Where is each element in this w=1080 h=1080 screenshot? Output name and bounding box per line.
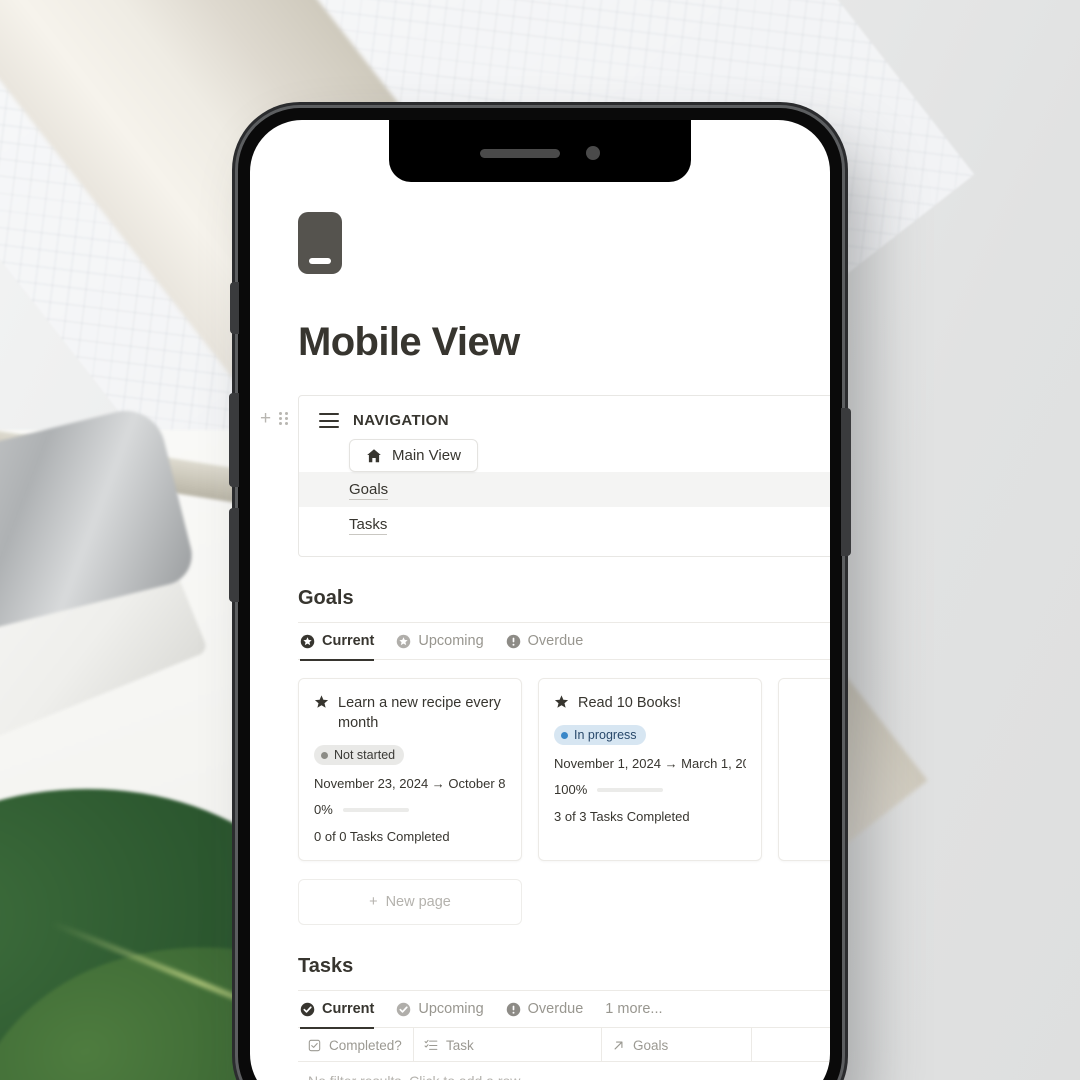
star-circle-icon: [397, 634, 411, 648]
volume-down-button[interactable]: [229, 508, 239, 602]
page-title: Mobile View: [298, 320, 520, 364]
goal-card-percent: 0%: [314, 802, 333, 817]
tab-goals-current-label: Current: [322, 633, 375, 649]
star-circle-icon: [300, 634, 315, 648]
goals-tabbar: Current Upcoming Overdue: [298, 622, 830, 661]
block-handles: +: [260, 409, 289, 428]
goal-card-tasks-completed: 3 of 3 Tasks Completed: [554, 809, 690, 824]
status-badge: Not started: [314, 745, 405, 765]
column-header-completed-label: Completed?: [329, 1037, 402, 1053]
navigation-heading: NAVIGATION: [353, 412, 449, 429]
tab-tasks-overdue-label: Overdue: [527, 1001, 584, 1017]
status-dot-icon: [321, 751, 328, 759]
goal-card-title: Read 10 Books!: [578, 695, 682, 711]
sidebar-item-goals[interactable]: Goals: [299, 472, 830, 507]
progress-bar-track: [597, 787, 664, 792]
tasks-heading: Tasks: [298, 955, 354, 977]
checkbox-icon: [308, 1039, 321, 1051]
tab-tasks-current-label: Current: [322, 1001, 375, 1017]
phone-device-frame: Mobile View + NAVIGATION Main View Goals…: [229, 108, 851, 1080]
new-page-button-label: New page: [385, 894, 451, 910]
home-icon: [367, 448, 381, 462]
tab-tasks-upcoming-label: Upcoming: [418, 1001, 484, 1017]
add-block-button[interactable]: +: [260, 409, 271, 428]
drag-handle-icon[interactable]: [279, 411, 289, 426]
goal-card[interactable]: Read 10 Books! In progress November 1, 2…: [538, 678, 762, 861]
exclamation-circle-icon: [506, 634, 520, 648]
column-header-extra[interactable]: [752, 1028, 830, 1062]
volume-up-button[interactable]: [229, 393, 239, 487]
goal-card-title: Learn a new recipe every month: [338, 695, 501, 731]
exclamation-circle-icon: [506, 1002, 520, 1016]
arrow-relation-icon: [614, 1041, 623, 1049]
navigation-block: + NAVIGATION Main View Goals Tasks: [260, 395, 830, 557]
mute-switch[interactable]: [230, 282, 239, 334]
tab-goals-overdue[interactable]: Overdue: [506, 622, 584, 660]
status-dot-icon: [561, 731, 568, 739]
goal-card-dates: November 23, 2024 → October 8, 202: [314, 776, 506, 791]
tasks-table: Completed? Task Goals: [298, 1028, 830, 1080]
goal-card-dates: November 1, 2024 → March 1, 2025: [554, 756, 746, 771]
goal-card-progress: 0%: [314, 802, 506, 817]
tab-goals-overdue-label: Overdue: [527, 633, 584, 649]
page-content: Mobile View + NAVIGATION Main View Goals…: [250, 120, 830, 1080]
column-header-task[interactable]: Task: [414, 1028, 602, 1062]
hamburger-icon[interactable]: [319, 413, 339, 428]
goal-card-progress: 100%: [554, 782, 746, 797]
status-badge: In progress: [554, 725, 646, 745]
goals-heading: Goals: [298, 587, 354, 609]
tab-tasks-overdue[interactable]: Overdue: [506, 990, 584, 1028]
check-circle-icon: [397, 1002, 411, 1016]
column-header-task-label: Task: [446, 1037, 474, 1053]
tasks-empty-row[interactable]: No filter results. Click to add a row.: [298, 1062, 830, 1080]
goal-card-title-row: Learn a new recipe every month: [314, 693, 506, 733]
tasks-table-header: Completed? Task Goals: [298, 1028, 830, 1062]
check-circle-icon: [300, 1002, 315, 1016]
tab-tasks-current[interactable]: Current: [300, 990, 375, 1029]
new-page-button[interactable]: + New page: [298, 879, 522, 925]
main-view-button[interactable]: Main View: [349, 439, 478, 472]
front-camera-icon: [586, 146, 600, 160]
goal-card[interactable]: [778, 678, 830, 861]
column-header-completed[interactable]: Completed?: [298, 1028, 414, 1062]
status-badge-label: Not started: [334, 748, 396, 762]
tab-goals-current[interactable]: Current: [300, 622, 375, 661]
plus-icon: +: [369, 894, 378, 910]
goal-cards-list: Learn a new recipe every month Not start…: [298, 678, 830, 861]
checklist-icon: [424, 1039, 438, 1050]
navigation-card: NAVIGATION Main View Goals Tasks: [298, 395, 830, 557]
tab-goals-upcoming-label: Upcoming: [418, 633, 484, 649]
notch: [389, 120, 691, 182]
sidebar-item-tasks-label: Tasks: [349, 516, 388, 535]
star-icon: [314, 695, 329, 708]
goal-card-title-row: Read 10 Books!: [554, 693, 746, 713]
star-icon: [554, 695, 569, 708]
goal-card-tasks-completed: 0 of 0 Tasks Completed: [314, 829, 450, 844]
main-view-button-label: Main View: [392, 447, 461, 464]
tasks-tabbar: Current Upcoming Overdue 1 more...: [298, 990, 830, 1029]
progress-bar-track: [342, 807, 409, 812]
status-badge-label: In progress: [574, 728, 637, 742]
tab-tasks-upcoming[interactable]: Upcoming: [396, 990, 484, 1028]
mobile-phone-icon: [298, 212, 342, 274]
sidebar-item-tasks[interactable]: Tasks: [299, 507, 830, 542]
navigation-header: NAVIGATION: [299, 412, 830, 429]
scene: Mobile View + NAVIGATION Main View Goals…: [0, 0, 1080, 1080]
column-header-goals[interactable]: Goals: [602, 1028, 752, 1062]
sidebar-item-goals-label: Goals: [349, 481, 389, 500]
goal-card[interactable]: Learn a new recipe every month Not start…: [298, 678, 522, 861]
phone-screen: Mobile View + NAVIGATION Main View Goals…: [250, 120, 830, 1080]
column-header-goals-label: Goals: [633, 1037, 669, 1053]
power-button[interactable]: [841, 408, 851, 556]
speaker-grille-icon: [480, 148, 560, 158]
goal-card-percent: 100%: [554, 782, 588, 797]
tab-goals-upcoming[interactable]: Upcoming: [396, 622, 484, 660]
tasks-tabs-more[interactable]: 1 more...: [605, 1001, 662, 1017]
